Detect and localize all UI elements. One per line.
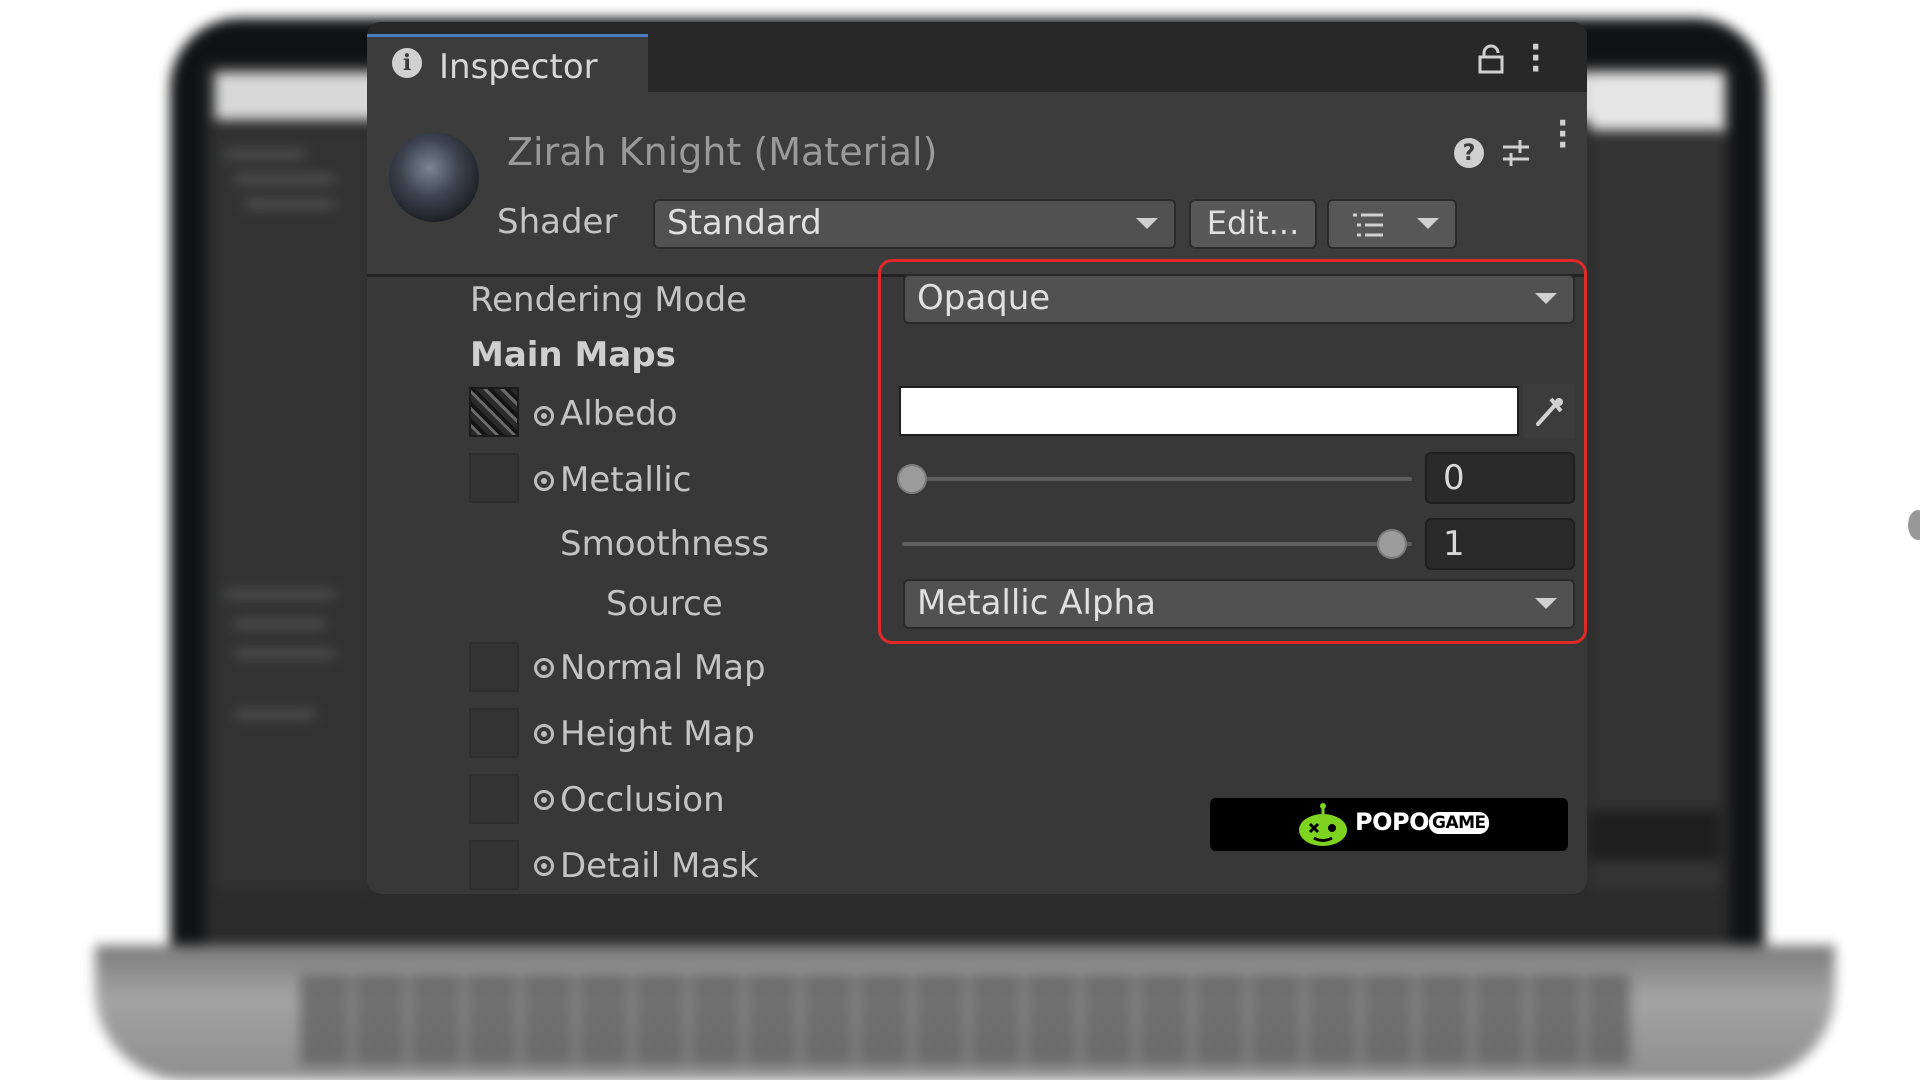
object-picker-icon[interactable] <box>534 658 554 678</box>
occlusion-label: Occlusion <box>560 780 725 820</box>
lock-icon[interactable] <box>1477 44 1505 74</box>
object-picker-icon[interactable] <box>534 856 554 876</box>
watermark-text: POPO GAME <box>1355 808 1489 836</box>
tab-bar: i Inspector · · · <box>367 22 1587 92</box>
tab-menu-icon[interactable]: · · · <box>1530 33 1541 85</box>
popogame-watermark: POPO GAME <box>1210 798 1568 851</box>
edit-shader-button[interactable]: Edit... <box>1189 199 1317 249</box>
help-icon[interactable]: ? <box>1454 138 1484 168</box>
object-picker-icon[interactable] <box>534 471 554 491</box>
chevron-down-icon <box>1417 218 1439 229</box>
component-menu-icon[interactable]: · · · <box>1557 109 1568 161</box>
robot-face-icon <box>1299 803 1347 846</box>
material-title: Zirah Knight (Material) <box>507 130 938 174</box>
shader-dropdown[interactable]: Standard <box>653 199 1176 249</box>
object-picker-icon[interactable] <box>534 724 554 744</box>
tab-inspector[interactable]: i Inspector <box>367 34 648 92</box>
height-map-texture-slot[interactable] <box>469 708 519 758</box>
background-right-bar <box>1590 810 1720 860</box>
laptop-keyboard <box>300 975 1630 1065</box>
info-icon: i <box>392 48 422 78</box>
rendering-mode-label: Rendering Mode <box>470 280 748 320</box>
object-picker-icon[interactable] <box>534 406 554 426</box>
shader-options-button[interactable] <box>1327 199 1457 249</box>
list-icon <box>1353 213 1383 237</box>
watermark-brand: POPO <box>1355 808 1429 836</box>
albedo-label: Albedo <box>560 394 678 434</box>
normal-map-label: Normal Map <box>560 648 766 688</box>
source-label: Source <box>606 584 723 624</box>
shader-value: Standard <box>667 203 822 243</box>
occlusion-texture-slot[interactable] <box>469 774 519 824</box>
watermark-brand-suffix: GAME <box>1428 812 1489 834</box>
background-window-controls <box>1590 72 1725 132</box>
material-header: Zirah Knight (Material) ? · · · Shader Sta… <box>367 92 1587 277</box>
metallic-label: Metallic <box>560 460 692 500</box>
background-hierarchy-panel <box>215 130 370 890</box>
chevron-down-icon <box>1136 218 1158 229</box>
smoothness-label: Smoothness <box>560 524 770 564</box>
height-map-label: Height Map <box>560 714 755 754</box>
albedo-texture-slot[interactable] <box>469 387 519 437</box>
shader-label: Shader <box>497 202 618 242</box>
background-right-panel <box>1590 130 1720 890</box>
material-preview-sphere[interactable] <box>389 132 479 222</box>
tab-label: Inspector <box>439 47 598 87</box>
main-maps-heading: Main Maps <box>470 335 676 375</box>
detail-mask-label: Detail Mask <box>560 846 759 886</box>
object-picker-icon[interactable] <box>534 790 554 810</box>
inspector-window: i Inspector · · · Zirah Knight (Material) … <box>367 22 1587 894</box>
normal-map-texture-slot[interactable] <box>469 642 519 692</box>
metallic-texture-slot[interactable] <box>469 453 519 503</box>
settings-sliders-icon[interactable] <box>1499 136 1533 170</box>
highlight-box <box>878 259 1587 644</box>
detail-mask-texture-slot[interactable] <box>469 840 519 890</box>
